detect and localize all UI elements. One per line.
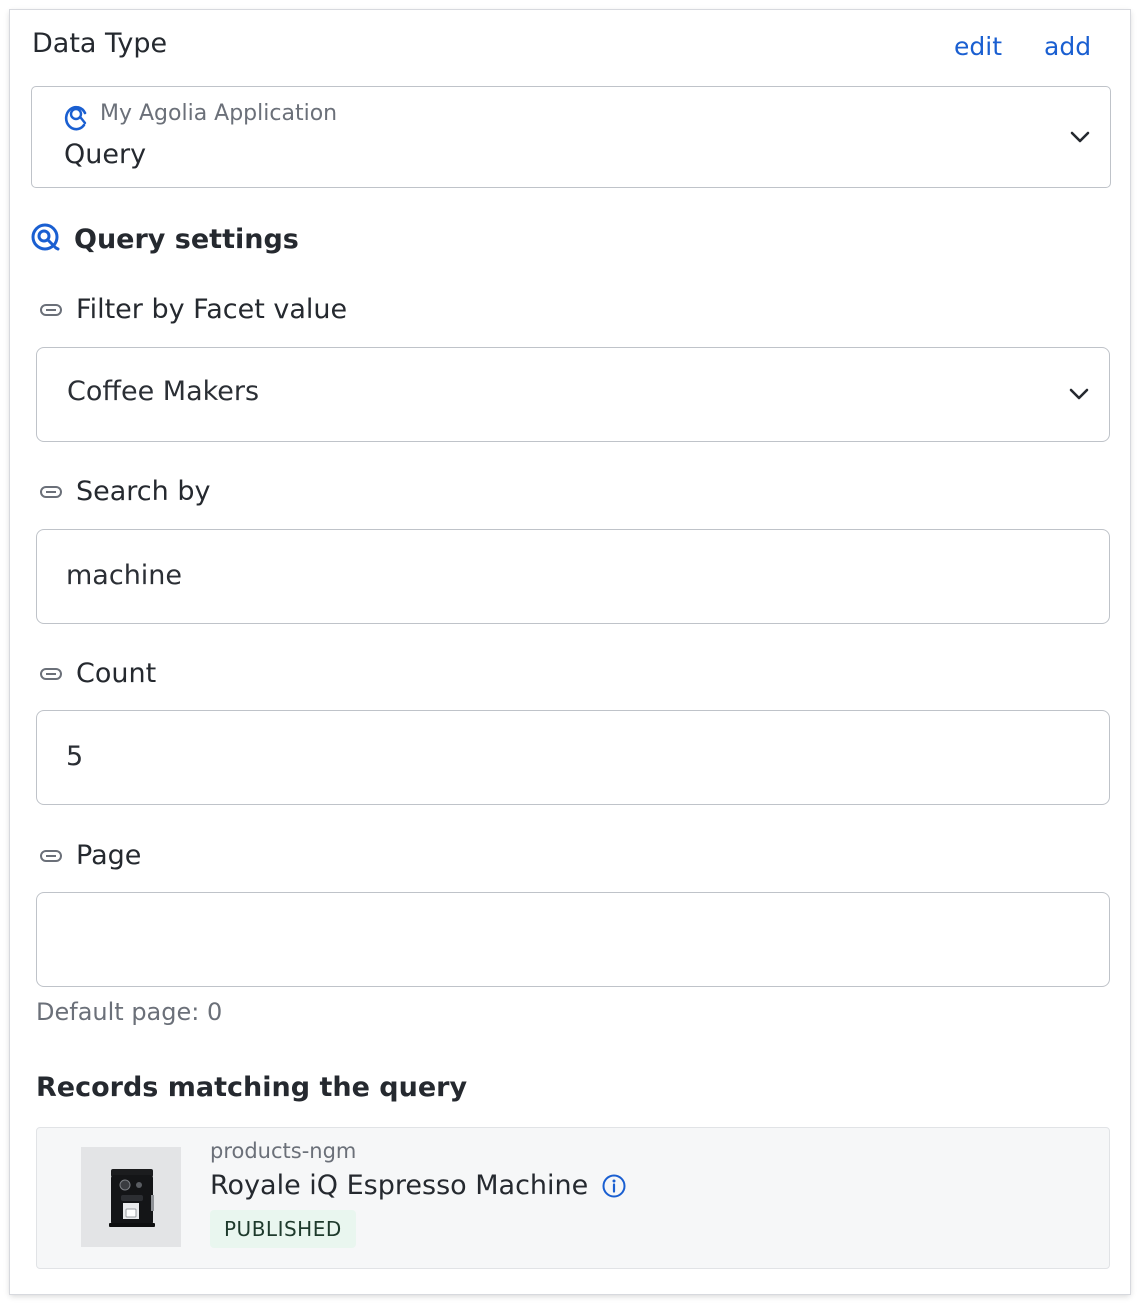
count-field-label: Count (40, 658, 156, 689)
page-hint: Default page: 0 (36, 998, 223, 1026)
record-index-name: products-ngm (210, 1139, 357, 1163)
count-input-box (36, 710, 1110, 805)
status-badge: PUBLISHED (210, 1210, 356, 1248)
facet-field-label: Filter by Facet value (40, 294, 347, 325)
count-input[interactable] (66, 733, 1066, 779)
info-icon[interactable] (602, 1174, 626, 1198)
search-field-label: Search by (40, 476, 210, 507)
algolia-icon (30, 222, 60, 256)
count-label-text: Count (76, 658, 157, 689)
search-label-text: Search by (76, 476, 211, 507)
query-settings-heading: Query settings (30, 222, 299, 256)
search-input[interactable] (66, 552, 1066, 598)
link-icon (40, 849, 62, 862)
section-title: Query settings (74, 223, 299, 255)
records-title: Records matching the query (36, 1072, 468, 1103)
data-type-panel: Data Type edit add My Agolia Application… (10, 10, 1130, 1294)
link-icon (40, 667, 62, 680)
record-title: Royale iQ Espresso Machine (210, 1170, 626, 1201)
application-select[interactable]: My Agolia Application Query (31, 86, 1111, 188)
page-field-label: Page (40, 840, 141, 871)
link-icon (40, 303, 62, 316)
product-thumbnail (81, 1147, 181, 1247)
chevron-down-icon[interactable] (1069, 388, 1089, 400)
link-icon (40, 485, 62, 498)
facet-select-value: Coffee Makers (67, 376, 260, 407)
panel-title: Data Type (32, 28, 168, 59)
record-card[interactable]: products-ngm Royale iQ Espresso Machine … (36, 1127, 1110, 1269)
add-link[interactable]: add (1044, 32, 1091, 61)
algolia-icon (64, 101, 88, 135)
page-input-box (36, 892, 1110, 987)
facet-label-text: Filter by Facet value (76, 294, 348, 325)
edit-link[interactable]: edit (954, 32, 1002, 61)
record-name: Royale iQ Espresso Machine (210, 1170, 589, 1201)
search-input-box (36, 529, 1110, 624)
data-type-value: Query (64, 139, 147, 170)
application-name: My Agolia Application (100, 101, 338, 126)
chevron-down-icon[interactable] (1070, 131, 1090, 143)
page-label-text: Page (76, 840, 142, 871)
page-input[interactable] (66, 915, 1066, 961)
facet-select[interactable]: Coffee Makers (36, 347, 1110, 442)
